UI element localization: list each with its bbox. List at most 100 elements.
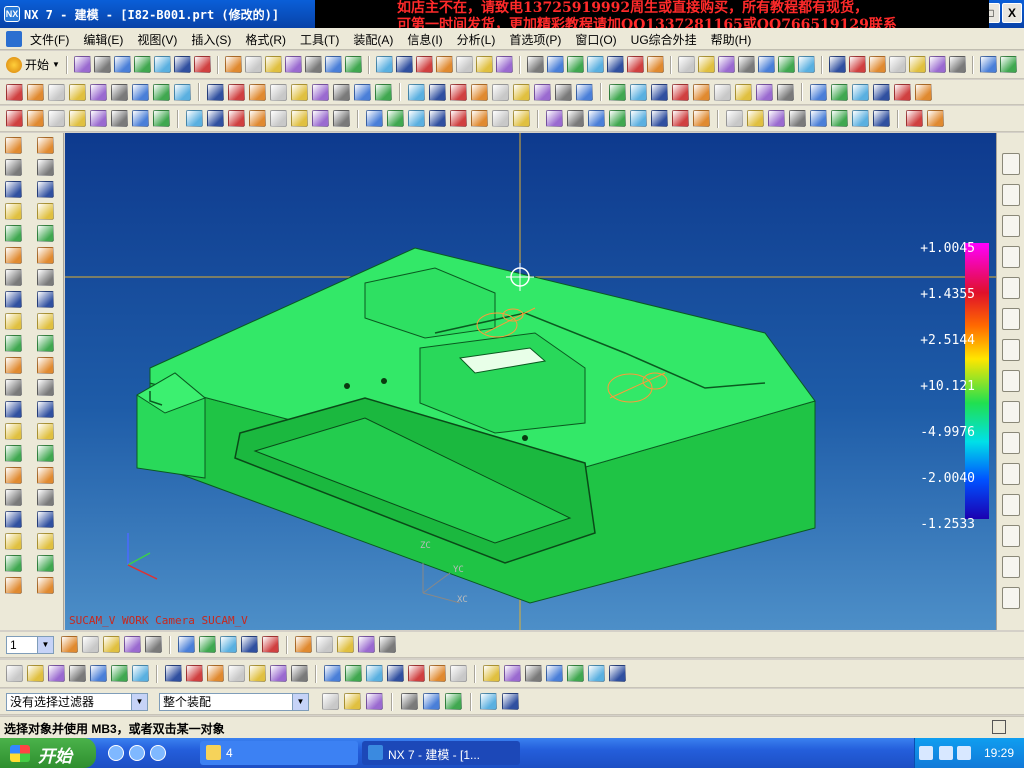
tool-button-icon[interactable]: [316, 636, 333, 653]
palette-tool-icon[interactable]: [37, 313, 54, 330]
tool-button-icon[interactable]: [174, 83, 191, 101]
tool-button-icon[interactable]: [873, 110, 890, 127]
graphics-viewport[interactable]: ZC YC XC +1.0045 +1.4355 +2.5144 +10.121 -4.…: [65, 133, 996, 630]
tool-button-icon[interactable]: [546, 110, 563, 127]
tool-button-icon[interactable]: [186, 110, 203, 127]
tool-button-icon[interactable]: [228, 110, 245, 127]
tool-button-icon[interactable]: [868, 56, 886, 73]
tool-button-icon[interactable]: [220, 636, 237, 653]
tool-button-icon[interactable]: [626, 56, 644, 73]
tool-button-icon[interactable]: [358, 636, 375, 653]
palette-tool-icon[interactable]: [5, 423, 22, 440]
tool-button-icon[interactable]: [915, 83, 932, 101]
tool-button-icon[interactable]: [576, 83, 593, 101]
palette-tool-icon[interactable]: [5, 379, 22, 396]
tool-button-icon[interactable]: [534, 83, 551, 101]
tool-button-icon[interactable]: [810, 110, 827, 127]
tool-button-icon[interactable]: [693, 110, 710, 127]
palette-tool-icon[interactable]: [37, 335, 54, 352]
close-button[interactable]: X: [1002, 3, 1022, 23]
tool-button-icon[interactable]: [228, 665, 245, 682]
tool-button-icon[interactable]: [492, 110, 509, 127]
tool-button-icon[interactable]: [606, 56, 624, 73]
tool-button-icon[interactable]: [69, 665, 86, 682]
palette-tool-icon[interactable]: [37, 423, 54, 440]
tool-button-icon[interactable]: [69, 83, 86, 101]
tool-button-icon[interactable]: [322, 693, 339, 710]
tool-button-icon[interactable]: [375, 56, 393, 73]
tool-button-icon[interactable]: [810, 83, 827, 101]
taskbar-nx-window[interactable]: NX 7 - 建模 - [1...: [362, 741, 520, 765]
network-icon[interactable]: [939, 746, 953, 760]
tool-button-icon[interactable]: [228, 83, 245, 101]
tool-button-icon[interactable]: [333, 110, 350, 127]
tool-button-icon[interactable]: [90, 83, 107, 101]
tool-button-icon[interactable]: [27, 83, 44, 101]
palette-tool-icon[interactable]: [37, 401, 54, 418]
palette-tool-icon[interactable]: [5, 467, 22, 484]
tool-button-icon[interactable]: [948, 56, 966, 73]
tool-button-icon[interactable]: [375, 83, 392, 101]
tool-button-icon[interactable]: [677, 56, 695, 73]
palette-tool-icon[interactable]: [5, 555, 22, 572]
tool-button-icon[interactable]: [249, 110, 266, 127]
tool-button-icon[interactable]: [737, 56, 755, 73]
palette-tool-icon[interactable]: [5, 489, 22, 506]
tool-button-icon[interactable]: [249, 665, 266, 682]
tool-button-icon[interactable]: [726, 110, 743, 127]
mold-part-model[interactable]: [65, 133, 996, 630]
tool-button-icon[interactable]: [894, 83, 911, 101]
tool-button-icon[interactable]: [93, 56, 111, 73]
tool-button-icon[interactable]: [111, 83, 128, 101]
tool-button-icon[interactable]: [513, 83, 530, 101]
tool-button-icon[interactable]: [401, 693, 418, 710]
tool-button-icon[interactable]: [999, 56, 1017, 73]
tool-button-icon[interactable]: [429, 665, 446, 682]
app-icon[interactable]: [150, 745, 166, 761]
tool-button-icon[interactable]: [906, 110, 923, 127]
tool-button-icon[interactable]: [546, 665, 563, 682]
tool-button-icon[interactable]: [186, 665, 203, 682]
tool-button-icon[interactable]: [408, 110, 425, 127]
tool-button-icon[interactable]: [6, 110, 23, 127]
tool-button-icon[interactable]: [132, 110, 149, 127]
tool-button-icon[interactable]: [262, 636, 279, 653]
resource-tab-icon[interactable]: [1001, 308, 1020, 330]
tool-button-icon[interactable]: [630, 83, 647, 101]
tool-button-icon[interactable]: [111, 110, 128, 127]
tool-button-icon[interactable]: [450, 665, 467, 682]
palette-tool-icon[interactable]: [37, 291, 54, 308]
selection-scope-select[interactable]: 整个装配 ▼: [159, 692, 309, 711]
tool-button-icon[interactable]: [132, 665, 149, 682]
tool-button-icon[interactable]: [873, 83, 890, 101]
palette-tool-icon[interactable]: [37, 247, 54, 264]
menu-item[interactable]: 装配(A): [353, 31, 393, 48]
tool-button-icon[interactable]: [153, 56, 171, 73]
tool-button-icon[interactable]: [207, 110, 224, 127]
tool-button-icon[interactable]: [852, 83, 869, 101]
tool-button-icon[interactable]: [304, 56, 322, 73]
tool-button-icon[interactable]: [492, 83, 509, 101]
chevron-down-icon[interactable]: ▼: [292, 693, 308, 710]
type-filter-select[interactable]: 没有选择过滤器 ▼: [6, 692, 148, 711]
tool-button-icon[interactable]: [927, 110, 944, 127]
tool-button-icon[interactable]: [324, 56, 342, 73]
palette-tool-icon[interactable]: [5, 335, 22, 352]
palette-tool-icon[interactable]: [5, 577, 22, 594]
palette-tool-icon[interactable]: [37, 159, 54, 176]
tool-button-icon[interactable]: [270, 110, 287, 127]
tool-button-icon[interactable]: [395, 56, 413, 73]
resource-tab-icon[interactable]: [1001, 153, 1020, 175]
tool-button-icon[interactable]: [354, 83, 371, 101]
resource-tab-icon[interactable]: [1001, 556, 1020, 578]
tool-button-icon[interactable]: [291, 665, 308, 682]
tool-button-icon[interactable]: [249, 83, 266, 101]
tool-button-icon[interactable]: [609, 665, 626, 682]
tool-button-icon[interactable]: [588, 110, 605, 127]
tool-button-icon[interactable]: [415, 56, 433, 73]
tool-button-icon[interactable]: [132, 83, 149, 101]
tool-button-icon[interactable]: [270, 665, 287, 682]
palette-tool-icon[interactable]: [37, 137, 54, 154]
tool-button-icon[interactable]: [6, 83, 23, 101]
tool-button-icon[interactable]: [471, 110, 488, 127]
